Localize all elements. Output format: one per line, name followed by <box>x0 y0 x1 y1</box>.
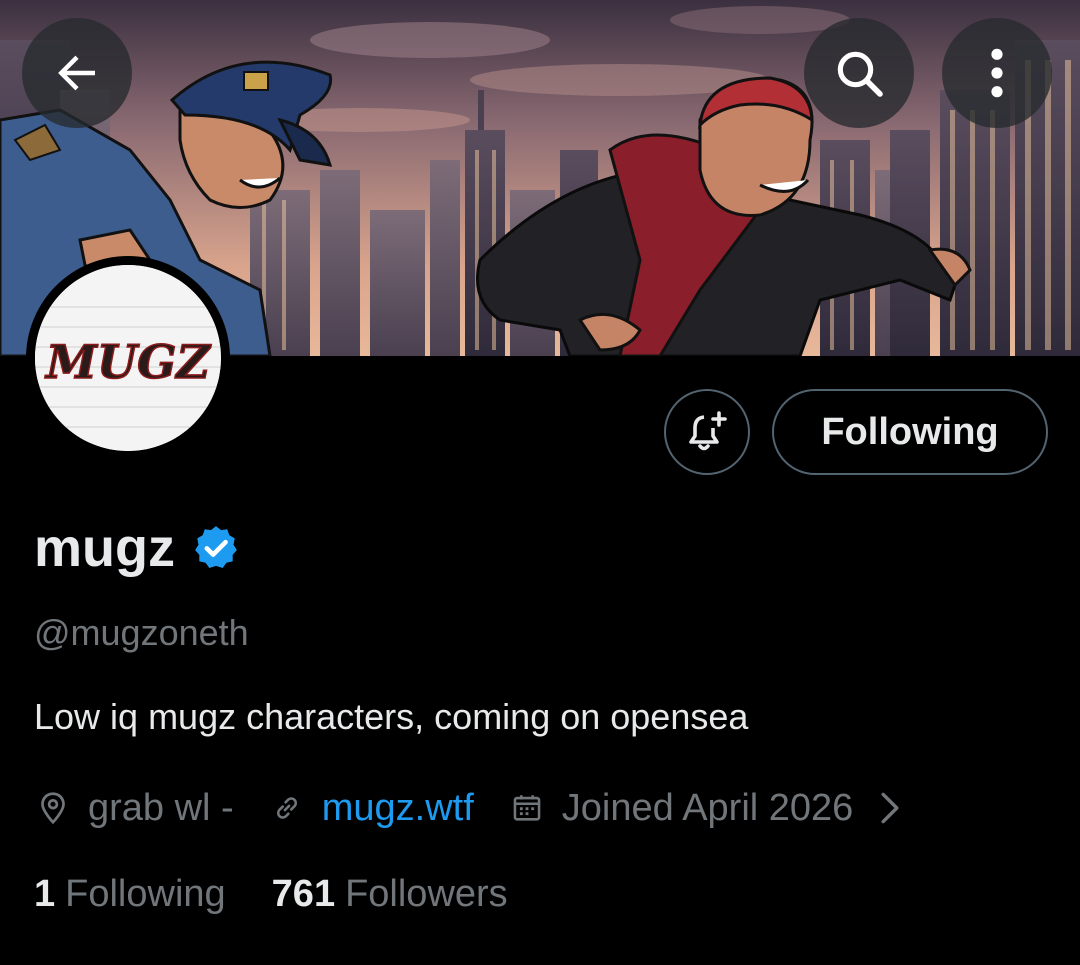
location-text: grab wl - <box>88 786 234 829</box>
joined-item: Joined April 2026 <box>508 786 854 830</box>
profile-avatar[interactable]: MUGZ <box>26 256 230 460</box>
following-button-label: Following <box>821 410 999 453</box>
svg-text:MUGZ: MUGZ <box>44 335 211 389</box>
location-item: grab wl - <box>34 787 234 830</box>
profile-handle: @mugzoneth <box>34 612 249 653</box>
chevron-right-icon[interactable] <box>879 791 901 825</box>
profile-bio: Low iq mugz characters, coming on opense… <box>34 696 749 737</box>
following-stat[interactable]: 1 Following <box>34 873 226 916</box>
back-button[interactable] <box>22 18 132 128</box>
avatar-image: MUGZ <box>35 265 221 451</box>
profile-page: MUGZ Following mugz @mugzoneth Low iq mu… <box>0 0 1080 965</box>
website-item[interactable]: mugz.wtf <box>268 787 474 830</box>
website-link[interactable]: mugz.wtf <box>322 787 474 830</box>
mugz-logo: MUGZ <box>35 265 221 451</box>
profile-stats-row: 1 Following 761 Followers <box>34 866 508 922</box>
followers-stat[interactable]: 761 Followers <box>272 873 508 916</box>
bell-plus-icon <box>683 408 731 456</box>
display-name-row: mugz <box>34 512 241 584</box>
location-pin-icon <box>34 789 72 827</box>
arrow-left-icon <box>50 46 104 100</box>
more-vertical-icon <box>977 45 1017 101</box>
verified-badge-icon[interactable] <box>191 523 241 573</box>
following-stat-label: Following <box>65 872 226 915</box>
following-button[interactable]: Following <box>772 389 1048 475</box>
more-options-button[interactable] <box>942 18 1052 128</box>
joined-text: Joined April 2026 <box>561 786 854 829</box>
followers-stat-label: Followers <box>345 872 508 915</box>
following-count: 1 <box>34 872 56 915</box>
followers-count: 761 <box>271 872 336 915</box>
display-name: mugz <box>34 518 175 578</box>
search-icon <box>831 45 887 101</box>
calendar-icon <box>508 789 546 827</box>
link-icon <box>268 789 306 827</box>
search-button[interactable] <box>804 18 914 128</box>
notifications-button[interactable] <box>664 389 750 475</box>
profile-meta-row: grab wl - mugz.wtf Joined April 2026 <box>34 780 901 836</box>
